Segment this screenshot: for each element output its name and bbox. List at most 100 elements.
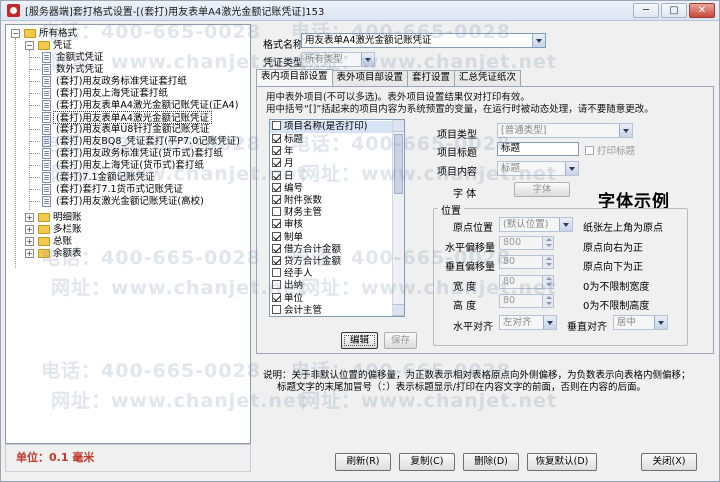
h-offset-spinner[interactable]: 800 bbox=[499, 236, 554, 250]
tree-item[interactable]: (套打)用友激光金额记账凭证(高校) bbox=[56, 195, 204, 208]
v-offset-spinner[interactable]: 80 bbox=[499, 255, 554, 269]
spin-arrows-icon[interactable] bbox=[542, 237, 553, 249]
checklist-item-label: 财务主管 bbox=[284, 207, 323, 219]
checkbox-icon[interactable] bbox=[272, 304, 281, 314]
spin-arrows-icon[interactable] bbox=[542, 295, 553, 307]
checklist-item[interactable]: 年 bbox=[272, 146, 294, 158]
checklist-item-label: 编号 bbox=[284, 182, 304, 194]
document-icon bbox=[42, 124, 51, 135]
checkbox-checked-icon[interactable] bbox=[272, 256, 281, 265]
checkbox-checked-icon[interactable] bbox=[272, 195, 281, 204]
v-offset-label: 垂直偏移量 bbox=[445, 262, 495, 273]
checklist-item[interactable]: 借方合计金额 bbox=[272, 243, 341, 256]
checkbox-checked-icon[interactable] bbox=[272, 170, 281, 180]
delete-button[interactable]: 删除(D) bbox=[463, 453, 519, 471]
checklist-item[interactable]: 贷方合计金额 bbox=[272, 256, 341, 268]
checkbox-checked-icon[interactable] bbox=[272, 243, 281, 253]
maximize-button[interactable]: □ bbox=[661, 3, 687, 18]
item-title-input[interactable]: 标题 bbox=[497, 142, 579, 156]
document-icon bbox=[42, 136, 51, 147]
tree-line bbox=[30, 189, 40, 190]
copy-button[interactable]: 复制(C) bbox=[399, 453, 455, 471]
checklist-item[interactable]: 会计主管 bbox=[272, 304, 322, 316]
checklist-item[interactable]: 出纳 bbox=[272, 280, 303, 292]
voucher-type-value: 所有类型 bbox=[305, 54, 344, 65]
expand-icon[interactable]: + bbox=[25, 249, 34, 258]
print-title-checkbox[interactable]: 打印标题 bbox=[585, 143, 635, 157]
tab-inner-items[interactable]: 表内项目部设置 bbox=[256, 69, 333, 86]
minimize-button[interactable]: ─ bbox=[633, 3, 659, 18]
format-tree[interactable]: − 所有格式 − 凭证 金额式凭证 数外式凭证 (套打)用友政务标准凭证套打纸 (套打)用友上… bbox=[5, 24, 251, 444]
folder-icon bbox=[24, 29, 36, 38]
checkbox-checked-icon[interactable] bbox=[272, 292, 281, 302]
halign-select[interactable]: 左对齐 bbox=[499, 315, 557, 330]
checklist-item[interactable]: 标题 bbox=[272, 134, 303, 146]
scroll-down-icon[interactable] bbox=[393, 304, 404, 316]
checklist-item[interactable]: 附件张数 bbox=[272, 195, 322, 207]
checklist-item[interactable]: 经手人 bbox=[272, 268, 313, 280]
checklist-item[interactable]: 编号 bbox=[272, 182, 304, 195]
scroll-thumb[interactable] bbox=[394, 134, 403, 194]
checkbox-icon[interactable] bbox=[272, 268, 281, 278]
tree-line bbox=[30, 129, 40, 130]
expand-icon[interactable]: + bbox=[25, 237, 34, 246]
h-offset-note: 原点向右为正 bbox=[583, 243, 643, 254]
tab-outer-items[interactable]: 表外项目部设置 bbox=[331, 70, 409, 86]
restore-default-button[interactable]: 恢复默认(D) bbox=[527, 453, 597, 471]
item-content-select[interactable]: 标题 bbox=[497, 161, 579, 176]
scroll-up-icon[interactable] bbox=[393, 120, 404, 132]
checkbox-checked-icon[interactable] bbox=[272, 182, 281, 192]
checklist-item[interactable]: 制单 bbox=[272, 231, 303, 244]
chevron-down-icon bbox=[619, 124, 632, 137]
halign-label: 水平对齐 bbox=[453, 322, 493, 333]
save-button[interactable]: 保存 bbox=[384, 332, 417, 349]
document-icon bbox=[42, 88, 51, 99]
tab-summary-voucher[interactable]: 汇总凭证纸次 bbox=[454, 70, 522, 86]
tab-print-settings[interactable]: 套打设置 bbox=[407, 70, 456, 86]
checkbox-checked-icon[interactable] bbox=[272, 158, 281, 168]
origin-select[interactable]: (默认位置) bbox=[499, 217, 573, 232]
checklist-scrollbar[interactable] bbox=[392, 120, 404, 316]
checklist-item[interactable]: 日 bbox=[272, 170, 294, 183]
checklist-item[interactable]: 月 bbox=[272, 158, 294, 170]
folder-icon bbox=[38, 237, 50, 246]
checklist-item[interactable]: 单位 bbox=[272, 292, 303, 305]
checkbox-checked-icon[interactable] bbox=[272, 134, 281, 143]
refresh-button[interactable]: 刷新(R) bbox=[335, 453, 391, 471]
close-window-button[interactable]: ✕ bbox=[689, 3, 715, 18]
voucher-type-select[interactable]: 所有类型 bbox=[301, 52, 375, 67]
checkbox-icon[interactable] bbox=[272, 207, 281, 217]
checklist-item-label: 贷方合计金额 bbox=[284, 256, 342, 267]
checkbox-checked-icon[interactable] bbox=[272, 231, 281, 241]
document-icon bbox=[42, 184, 51, 195]
title-bar[interactable]: [服务器端]套打格式设置-[(套打)用友表单A4激光金额记账凭证]153 ─ □… bbox=[1, 1, 719, 21]
spin-arrows-icon[interactable] bbox=[542, 256, 553, 268]
expand-icon[interactable]: + bbox=[25, 225, 34, 234]
width-spinner[interactable]: 80 bbox=[499, 275, 554, 289]
document-icon bbox=[42, 160, 51, 171]
font-button[interactable]: 字体 bbox=[514, 182, 570, 197]
checkbox-icon[interactable] bbox=[272, 280, 281, 290]
collapse-icon[interactable]: − bbox=[11, 29, 20, 38]
format-name-select[interactable]: 用友表单A4激光金额记账凭证 bbox=[301, 33, 546, 48]
height-spinner[interactable]: 80 bbox=[499, 294, 554, 308]
checklist-item-label: 日 bbox=[284, 170, 294, 182]
checkbox-checked-icon[interactable] bbox=[272, 219, 281, 229]
collapse-icon[interactable]: − bbox=[25, 41, 34, 50]
expand-icon[interactable]: + bbox=[25, 213, 34, 222]
checklist-item[interactable]: 审核 bbox=[272, 219, 303, 231]
edit-button[interactable]: 编辑 bbox=[341, 332, 378, 349]
tree-group[interactable]: 余额表 bbox=[53, 247, 82, 260]
item-checklist[interactable]: 项目名称(是否打印) 标题年月日编号 附件张数 财务主管 审核 制单 借方合计金额 贷方合计… bbox=[269, 119, 405, 317]
document-icon bbox=[42, 148, 51, 159]
valign-select[interactable]: 居中 bbox=[613, 315, 668, 330]
checklist-item-label: 审核 bbox=[284, 219, 304, 231]
item-type-select[interactable]: [普通类型] bbox=[497, 123, 633, 138]
checklist-item[interactable]: 财务主管 bbox=[272, 207, 322, 219]
note-line-2: 用中括号“[]”括起来的项目内容为系统预置的变量，在运行时被动态处理，请不要随意… bbox=[266, 104, 654, 115]
close-button[interactable]: 关闭(X) bbox=[641, 453, 697, 471]
print-title-label: 打印标题 bbox=[597, 146, 636, 157]
spin-arrows-icon[interactable] bbox=[542, 276, 553, 288]
checkbox-checked-icon[interactable] bbox=[272, 146, 281, 156]
valign-value: 居中 bbox=[617, 317, 637, 328]
